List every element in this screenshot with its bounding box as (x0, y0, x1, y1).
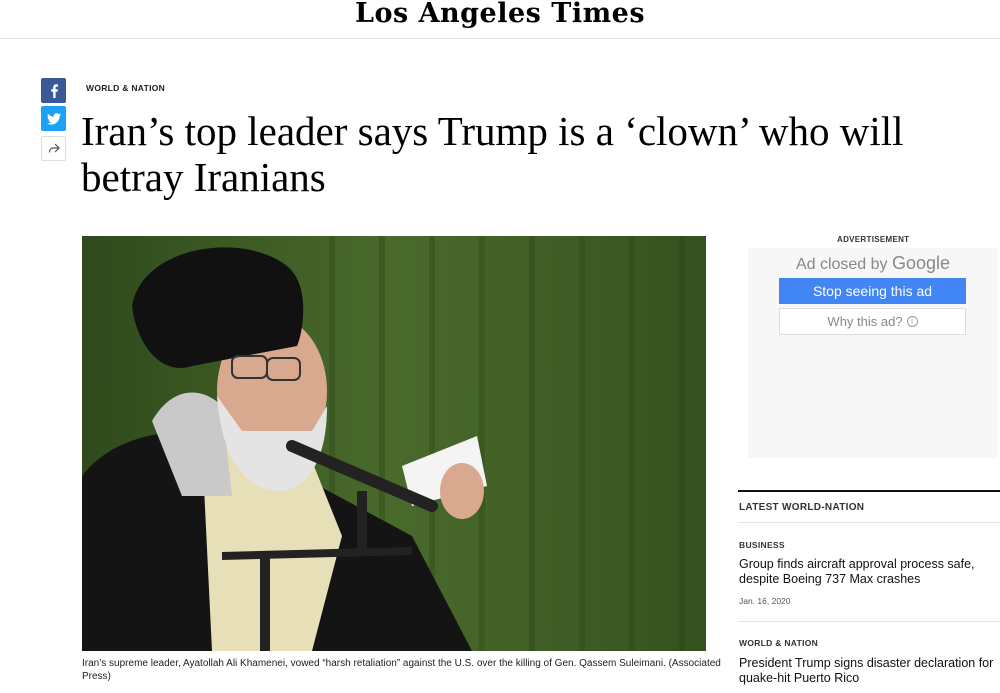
why-this-ad-button[interactable]: Why this ad? i (779, 308, 966, 335)
why-this-ad-label: Why this ad? (827, 314, 903, 329)
latest-divider (738, 490, 1000, 492)
latest-section-title: LATEST WORLD-NATION (739, 502, 865, 513)
section-label[interactable]: WORLD & NATION (86, 83, 165, 93)
twitter-share-button[interactable] (41, 106, 66, 131)
latest-item-title[interactable]: President Trump signs disaster declarati… (739, 656, 997, 686)
latest-item-category[interactable]: BUSINESS (739, 540, 785, 550)
latest-item-date: Jan. 16, 2020 (739, 596, 791, 606)
stop-seeing-ad-button[interactable]: Stop seeing this ad (779, 278, 966, 304)
info-icon: i (906, 316, 918, 327)
site-logo[interactable]: Los Angeles Times (0, 0, 1000, 29)
ad-container: Ad closed by Google Stop seeing this ad … (748, 248, 998, 458)
latest-item[interactable]: BUSINESS Group finds aircraft approval p… (738, 522, 1000, 621)
latest-item[interactable]: WORLD & NATION President Trump signs dis… (738, 621, 1000, 693)
latest-item-title[interactable]: Group finds aircraft approval process sa… (739, 557, 997, 587)
masthead: Los Angeles Times (0, 0, 1000, 39)
latest-item-category[interactable]: WORLD & NATION (739, 638, 818, 648)
article-headline: Iran’s top leader says Trump is a ‘clown… (81, 108, 904, 200)
photo-caption: Iran’s supreme leader, Ayatollah Ali Kha… (82, 658, 721, 682)
twitter-icon (46, 112, 61, 125)
ad-closed-text: Ad closed by (795, 256, 888, 273)
facebook-icon (50, 83, 58, 98)
share-arrow-icon (48, 143, 60, 153)
google-logo: Google (892, 253, 951, 273)
ad-closed-message: Ad closed by Google (748, 253, 998, 274)
ad-label: ADVERTISEMENT (837, 235, 910, 244)
article-photo (82, 236, 706, 651)
share-more-button[interactable] (41, 136, 66, 161)
facebook-share-button[interactable] (41, 78, 66, 103)
